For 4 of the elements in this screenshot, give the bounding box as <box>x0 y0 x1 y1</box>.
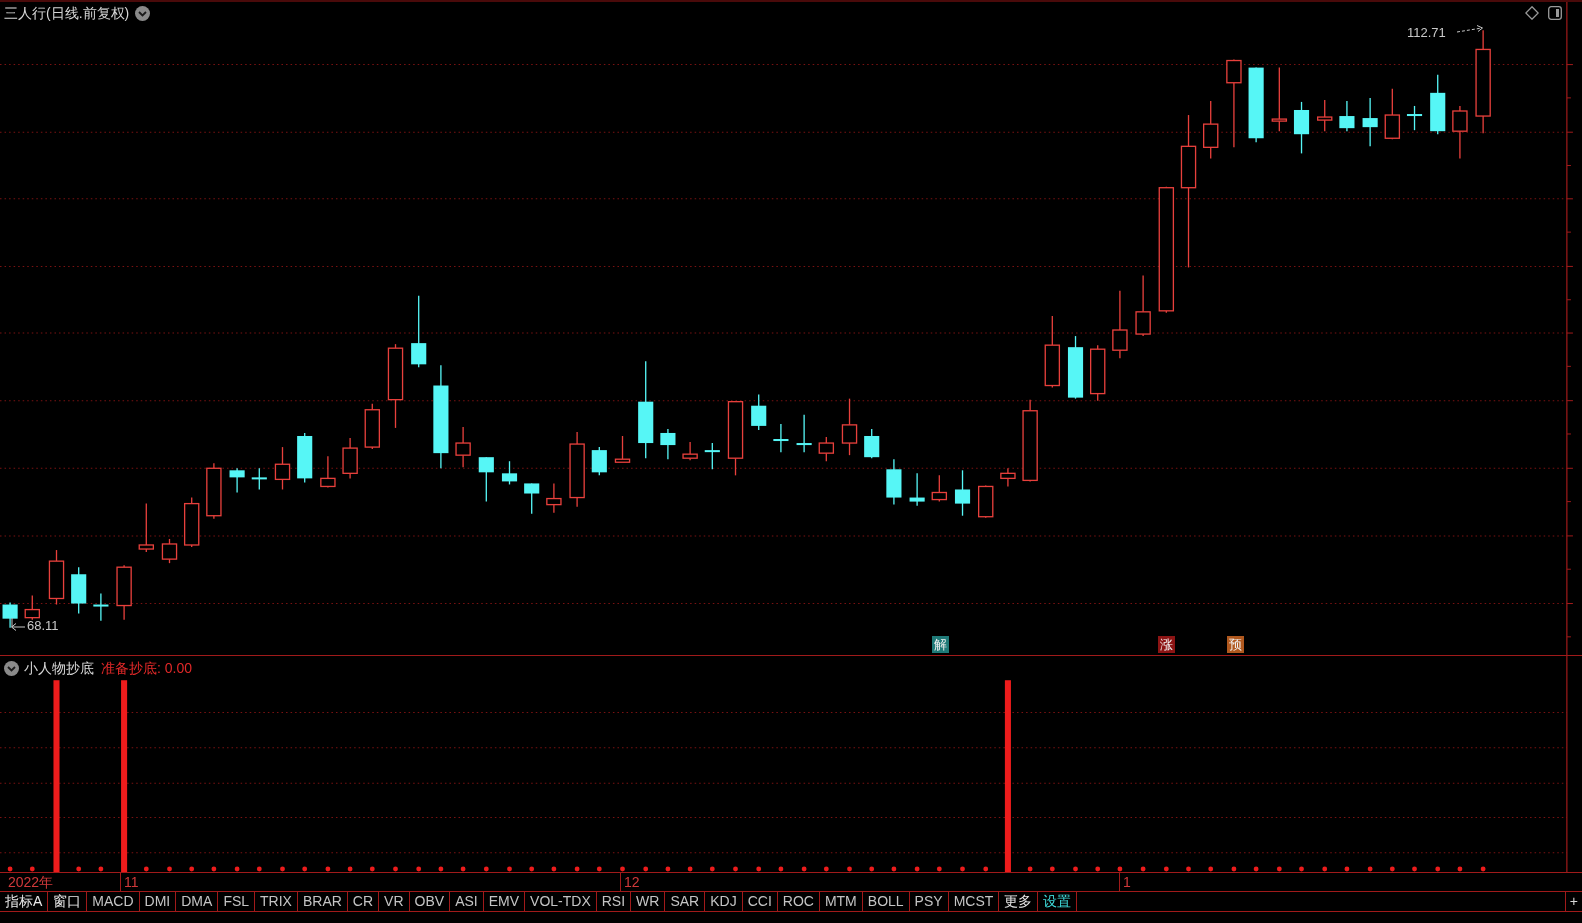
date-label: 11 <box>124 874 139 890</box>
date-label: 12 <box>624 874 640 890</box>
date-label: 2022年 <box>8 874 54 890</box>
date-label: 1 <box>1123 874 1131 890</box>
